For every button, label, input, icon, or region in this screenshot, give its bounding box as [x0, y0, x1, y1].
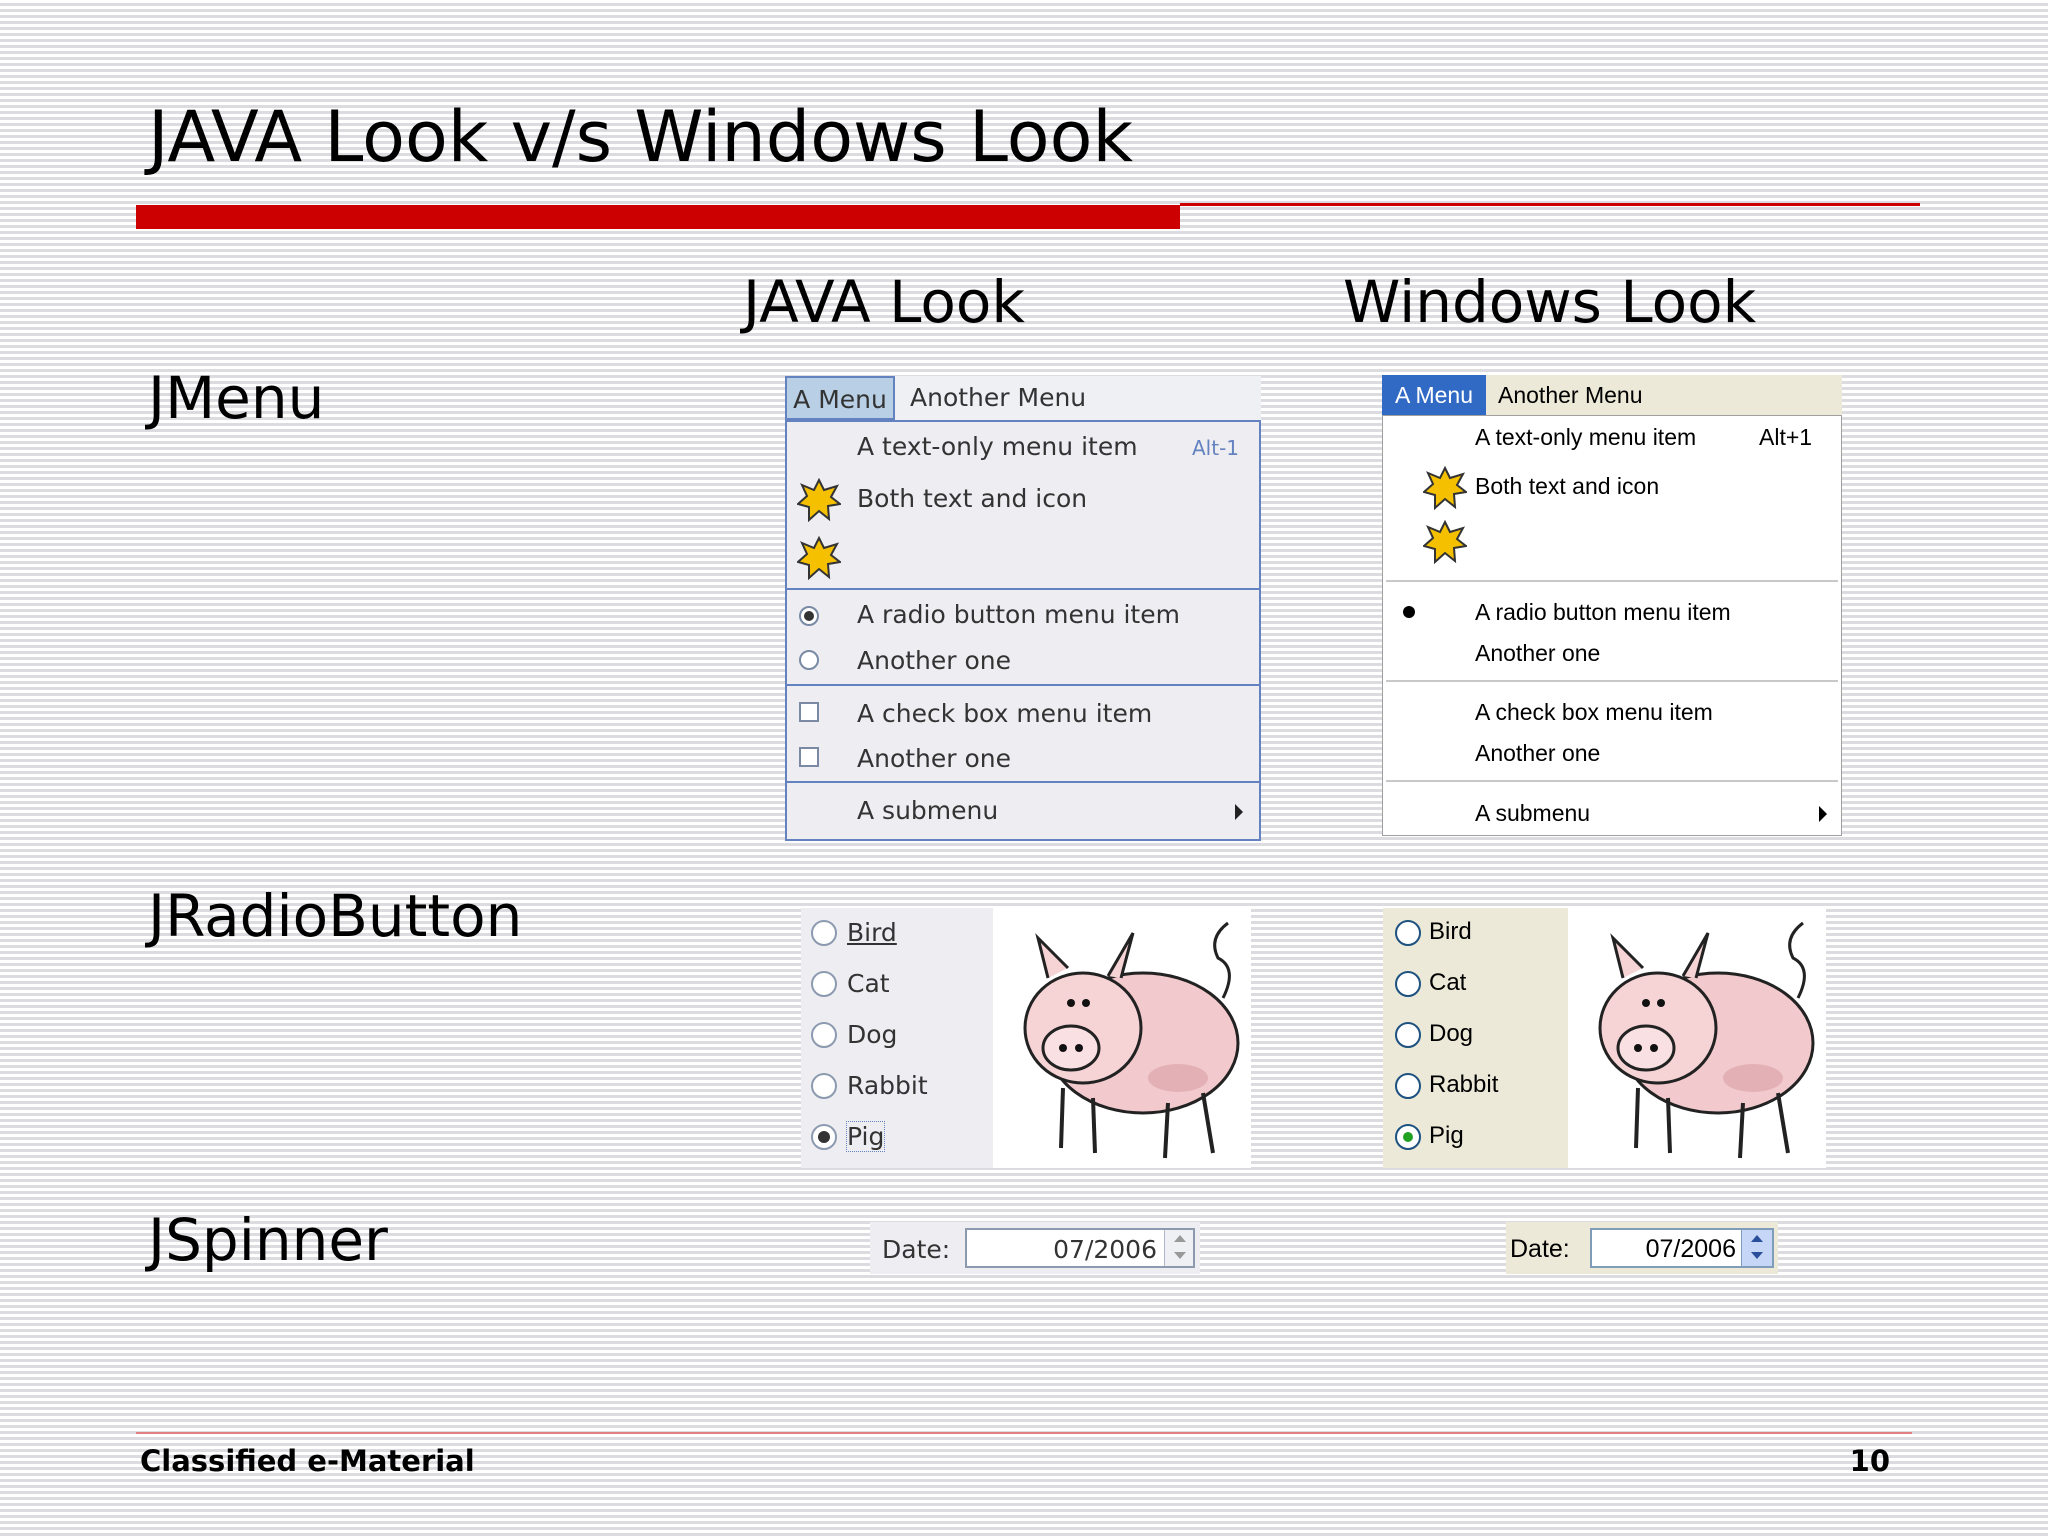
windows-menubar-item-a-menu[interactable]: A Menu	[1382, 375, 1486, 415]
windows-spinner-label: Date:	[1510, 1235, 1570, 1263]
java-spinner-label: Date:	[882, 1235, 951, 1264]
java-radio-rabbit[interactable]	[811, 1073, 837, 1099]
windows-menu-screenshot: A Menu Another Menu A text-only menu ite…	[1382, 375, 1842, 836]
java-radio-label-pig[interactable]: Pig	[845, 1121, 886, 1152]
submenu-arrow-icon	[1235, 804, 1243, 820]
java-radio-label-dog[interactable]: Dog	[847, 1020, 897, 1049]
spinner-up-arrow-icon[interactable]	[1174, 1235, 1186, 1242]
java-radio-bird[interactable]	[811, 920, 837, 946]
footer-divider	[136, 1432, 1912, 1434]
java-radio-label-rabbit[interactable]: Rabbit	[847, 1071, 928, 1100]
java-spinner-arrows[interactable]	[1164, 1230, 1193, 1266]
java-menu-item-check-1[interactable]: A check box menu item	[857, 699, 1152, 728]
pig-drawing	[1598, 921, 1815, 1159]
java-radio-indicator-selected	[799, 606, 819, 626]
windows-radio-label-rabbit[interactable]: Rabbit	[1429, 1071, 1498, 1099]
footer-label: Classified e-Material	[140, 1444, 475, 1478]
windows-radio-panel: Bird Cat Dog Rabbit Pig	[1383, 908, 1826, 1168]
star-burst-icon	[797, 478, 841, 522]
windows-menubar: A Menu Another Menu	[1382, 375, 1842, 415]
row-label-jmenu: JMenu	[148, 364, 325, 432]
windows-menu-popup: A text-only menu item Alt+1 Both text an…	[1382, 415, 1842, 836]
windows-menu-separator	[1386, 780, 1838, 782]
submenu-arrow-icon	[1819, 806, 1827, 822]
java-menubar: A Menu Another Menu	[785, 376, 1261, 421]
windows-radio-dog[interactable]	[1395, 1022, 1421, 1048]
java-radio-dog[interactable]	[811, 1022, 837, 1048]
windows-radio-label-pig[interactable]: Pig	[1429, 1122, 1464, 1150]
row-label-jradiobutton: JRadioButton	[148, 882, 523, 950]
java-menubar-item-another-menu[interactable]: Another Menu	[910, 376, 1086, 420]
windows-spinner-value[interactable]: 07/2006	[1646, 1235, 1736, 1264]
windows-radio-label-bird[interactable]: Bird	[1429, 918, 1472, 946]
slide-title: JAVA Look v/s Windows Look	[148, 96, 1133, 178]
windows-menu-item-check-2[interactable]: Another one	[1475, 740, 1600, 767]
java-menu-item-radio-2[interactable]: Another one	[857, 646, 1011, 675]
column-header-java: JAVA Look	[743, 268, 1025, 336]
java-radio-indicator	[799, 650, 819, 670]
windows-menu-accelerator: Alt+1	[1759, 424, 1813, 450]
windows-menu-item-submenu[interactable]: A submenu	[1475, 800, 1590, 827]
star-burst-icon	[1423, 466, 1467, 510]
java-menu-accelerator: Alt-1	[1192, 436, 1240, 460]
java-radio-panel: Bird Cat Dog Rabbit Pig	[801, 908, 1251, 1168]
spinner-down-arrow-icon[interactable]	[1751, 1252, 1763, 1259]
spinner-up-arrow-icon[interactable]	[1751, 1235, 1763, 1242]
java-menu-screenshot: A Menu Another Menu A text-only menu ite…	[785, 376, 1261, 841]
windows-menu-item-text-only[interactable]: A text-only menu item	[1475, 424, 1696, 451]
java-menu-item-text-only[interactable]: A text-only menu item	[857, 432, 1138, 461]
java-menu-separator	[787, 781, 1259, 783]
windows-menubar-item-another-menu[interactable]: Another Menu	[1498, 375, 1642, 415]
title-underline-thin	[1180, 203, 1920, 206]
java-menu-item-check-2[interactable]: Another one	[857, 744, 1011, 773]
java-menu-separator	[787, 684, 1259, 686]
windows-menu-item-radio-2[interactable]: Another one	[1475, 640, 1600, 667]
java-menu-item-text-and-icon[interactable]: Both text and icon	[857, 484, 1087, 513]
java-checkbox-indicator	[799, 747, 819, 767]
java-spinner-value[interactable]: 07/2006	[1053, 1235, 1157, 1264]
column-header-windows: Windows Look	[1343, 268, 1757, 336]
java-date-spinner[interactable]: 07/2006	[965, 1228, 1195, 1268]
page-number: 10	[1849, 1444, 1890, 1478]
title-underline-thick	[136, 205, 1180, 229]
windows-radio-rabbit[interactable]	[1395, 1073, 1421, 1099]
windows-radio-label-cat[interactable]: Cat	[1429, 969, 1466, 997]
java-radio-label-bird[interactable]: Bird	[847, 918, 897, 947]
star-burst-icon[interactable]	[797, 536, 841, 580]
windows-spinner-arrows[interactable]	[1741, 1230, 1772, 1266]
java-radio-cat[interactable]	[811, 971, 837, 997]
java-radio-pig-selected[interactable]	[811, 1124, 837, 1150]
windows-menu-item-check-1[interactable]: A check box menu item	[1475, 699, 1713, 726]
windows-menu-item-radio-1[interactable]: A radio button menu item	[1475, 599, 1731, 626]
windows-radio-label-dog[interactable]: Dog	[1429, 1020, 1473, 1048]
pig-drawing	[1023, 921, 1240, 1159]
row-label-jspinner: JSpinner	[148, 1206, 388, 1274]
windows-menu-separator	[1386, 680, 1838, 682]
spinner-down-arrow-icon[interactable]	[1174, 1252, 1186, 1259]
windows-menu-separator	[1386, 580, 1838, 582]
windows-radio-bullet-icon	[1403, 606, 1415, 618]
java-menu-item-radio-1[interactable]: A radio button menu item	[857, 600, 1180, 629]
java-menu-separator	[787, 588, 1259, 590]
windows-radio-bird[interactable]	[1395, 920, 1421, 946]
windows-date-spinner[interactable]: 07/2006	[1590, 1228, 1774, 1268]
java-radio-label-cat[interactable]: Cat	[847, 969, 890, 998]
windows-menu-item-text-and-icon[interactable]: Both text and icon	[1475, 473, 1659, 500]
java-menu-popup: A text-only menu item Alt-1 Both text an…	[785, 420, 1261, 841]
pig-image	[1568, 908, 1826, 1168]
java-checkbox-indicator	[799, 702, 819, 722]
windows-radio-cat[interactable]	[1395, 971, 1421, 997]
windows-radio-pig-selected[interactable]	[1395, 1124, 1421, 1150]
pig-image	[993, 908, 1251, 1168]
star-burst-icon[interactable]	[1423, 520, 1467, 564]
java-menubar-item-a-menu[interactable]: A Menu	[785, 376, 895, 420]
java-menu-item-submenu[interactable]: A submenu	[857, 796, 998, 825]
